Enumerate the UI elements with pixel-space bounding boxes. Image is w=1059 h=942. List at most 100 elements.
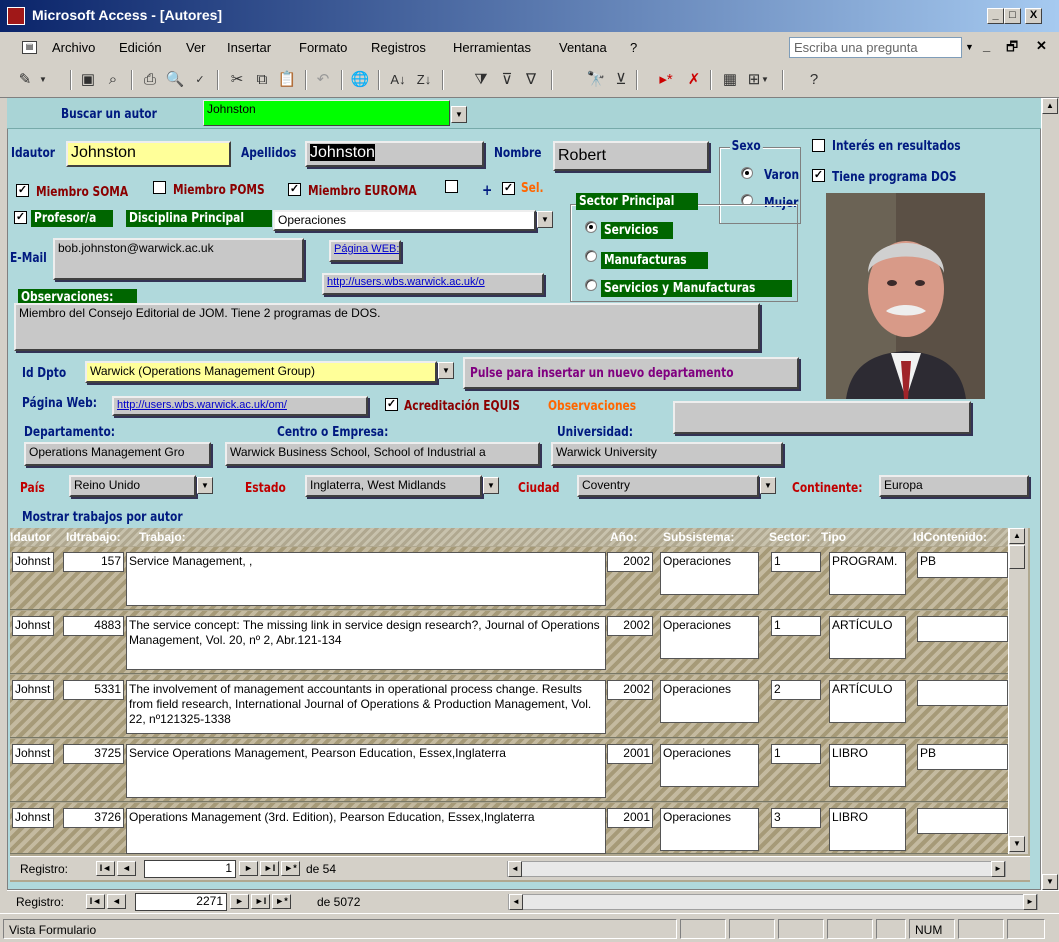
interes-checkbox[interactable] [812, 139, 825, 152]
menu-insertar[interactable]: Insertar [227, 40, 271, 55]
scroll-up-button[interactable]: ▲ [1042, 98, 1058, 114]
design-view-icon[interactable]: ✎ [13, 69, 37, 91]
access-app-icon[interactable] [7, 7, 25, 25]
main-horizontal-scrollbar[interactable]: ◄ ► [508, 894, 1038, 910]
cell-sector[interactable]: 1 [771, 744, 821, 764]
apellidos-field[interactable]: Johnston [305, 141, 484, 167]
email-field[interactable]: bob.johnston@warwick.ac.uk [53, 238, 304, 280]
paste-icon[interactable]: 📋 [275, 69, 299, 91]
filter-by-selection-icon[interactable]: ⧩ [469, 69, 493, 91]
subform-vertical-scrollbar[interactable]: ▲ ▼ [1008, 528, 1028, 854]
close-button[interactable]: X [1025, 8, 1042, 24]
new-record-icon[interactable]: ▸* [654, 69, 678, 91]
help-icon[interactable]: ? [802, 69, 826, 91]
dpto-observaciones-field[interactable] [673, 401, 971, 434]
cell-ano[interactable]: 2002 [607, 552, 653, 572]
estado-dropdown[interactable]: ▼ [483, 477, 499, 494]
sector-servicios-radio[interactable] [585, 221, 597, 233]
estado-combo[interactable]: Inglaterra, West Midlands [305, 475, 482, 497]
subform-horizontal-scrollbar[interactable]: ◄ ► [507, 861, 1006, 877]
cell-idcontenido[interactable] [917, 616, 1008, 642]
main-scroll-right[interactable]: ► [1023, 894, 1037, 910]
cell-tipo[interactable]: PROGRAM. [829, 552, 906, 595]
insert-department-button[interactable]: Pulse para insertar un nuevo departament… [463, 357, 799, 389]
print-icon[interactable]: ⎙ [138, 69, 162, 91]
pagina-web-button[interactable]: Página WEB: [329, 240, 401, 262]
ciudad-combo[interactable]: Coventry [577, 475, 759, 497]
main-new-record-button[interactable]: ►* [272, 894, 291, 909]
euroma-checkbox[interactable]: ✓ [288, 183, 301, 196]
cell-ano[interactable]: 2001 [607, 744, 653, 764]
subform-scroll-up[interactable]: ▲ [1009, 528, 1025, 544]
menu-ver[interactable]: Ver [186, 40, 206, 55]
menu-archivo[interactable]: Archivo [52, 40, 95, 55]
subform-scroll-down[interactable]: ▼ [1009, 836, 1025, 852]
sector-ambos-radio[interactable] [585, 279, 597, 291]
database-window-icon[interactable]: ▦ [718, 69, 742, 91]
form-doc-icon[interactable]: ▤ [22, 41, 37, 54]
profesor-checkbox[interactable]: ✓ [14, 211, 27, 224]
advanced-filter-icon[interactable]: ⊻ [609, 69, 633, 91]
doc-minimize-button[interactable]: _ [983, 38, 990, 53]
table-row[interactable]: Johnst 3725 Service Operations Managemen… [10, 739, 1008, 802]
apply-filter-icon[interactable]: ∇ [519, 69, 543, 91]
doc-close-button[interactable]: ✕ [1036, 38, 1047, 54]
search-author-dropdown[interactable]: ▼ [451, 106, 467, 123]
scroll-down-button[interactable]: ▼ [1042, 874, 1058, 890]
cell-idcontenido[interactable]: PB [917, 552, 1008, 578]
cell-subsistema[interactable]: Operaciones [660, 616, 759, 659]
cell-sector[interactable]: 3 [771, 808, 821, 828]
soma-checkbox[interactable]: ✓ [16, 184, 29, 197]
form-vertical-scrollbar[interactable]: ▲ ▼ [1041, 98, 1059, 890]
cell-idtrabajo[interactable]: 3726 [63, 808, 124, 828]
main-record-number[interactable]: 2271 [135, 893, 227, 911]
cell-subsistema[interactable]: Operaciones [660, 808, 759, 851]
chevron-down-icon[interactable]: ▼ [760, 69, 770, 91]
table-row[interactable]: Johnst 3726 Operations Management (3rd. … [10, 803, 1008, 854]
cell-idcontenido[interactable] [917, 680, 1008, 706]
continente-field[interactable]: Europa [879, 475, 1029, 497]
poms-checkbox[interactable] [153, 181, 166, 194]
extra-checkbox[interactable] [445, 180, 458, 193]
filter-by-form-icon[interactable]: ⊽ [495, 69, 519, 91]
disciplina-dropdown[interactable]: ▼ [537, 211, 553, 228]
spelling-icon[interactable]: ✓ [188, 69, 212, 91]
cell-subsistema[interactable]: Operaciones [660, 680, 759, 723]
main-last-record-button[interactable]: ►I [251, 894, 270, 909]
undo-icon[interactable]: ↶ [311, 69, 335, 91]
subform-next-record-button[interactable]: ► [239, 861, 258, 876]
cell-tipo[interactable]: LIBRO [829, 744, 906, 787]
cut-icon[interactable]: ✂ [225, 69, 249, 91]
sexo-varon-radio[interactable] [741, 167, 753, 179]
universidad-field[interactable]: Warwick University [551, 442, 783, 466]
subform-scroll-left[interactable]: ◄ [508, 861, 522, 877]
subform-record-number[interactable]: 1 [144, 860, 236, 878]
idautor-field[interactable]: Johnston [66, 141, 231, 167]
author-web-link[interactable]: http://users.wbs.warwick.ac.uk/o [322, 273, 544, 295]
centro-field[interactable]: Warwick Business School, School of Indus… [225, 442, 540, 466]
cell-ano[interactable]: 2002 [607, 680, 653, 700]
cell-trabajo[interactable]: The service concept: The missing link in… [126, 616, 606, 670]
print-preview-icon[interactable]: 🔍 [163, 69, 187, 91]
cell-sector[interactable]: 2 [771, 680, 821, 700]
find-icon[interactable]: 🔭 [584, 69, 608, 91]
sel-checkbox[interactable]: ✓ [502, 182, 515, 195]
subform-scroll-right[interactable]: ► [991, 861, 1005, 877]
iddpto-dropdown[interactable]: ▼ [438, 362, 454, 379]
cell-ano[interactable]: 2001 [607, 808, 653, 828]
chevron-down-icon[interactable]: ▼ [965, 42, 974, 52]
main-prev-record-button[interactable]: ◄ [107, 894, 126, 909]
minimize-button[interactable]: _ [987, 8, 1004, 24]
ask-question-input[interactable]: Escriba una pregunta [789, 37, 962, 58]
menu-edicion[interactable]: Edición [119, 40, 162, 55]
cell-idtrabajo[interactable]: 4883 [63, 616, 124, 636]
cell-idtrabajo[interactable]: 5331 [63, 680, 124, 700]
cell-idtrabajo[interactable]: 3725 [63, 744, 124, 764]
cell-sector[interactable]: 1 [771, 616, 821, 636]
cell-idautor[interactable]: Johnst [12, 808, 54, 828]
subform-prev-record-button[interactable]: ◄ [117, 861, 136, 876]
cell-tipo[interactable]: ARTÍCULO [829, 616, 906, 659]
subform-first-record-button[interactable]: I◄ [96, 861, 115, 876]
cell-idautor[interactable]: Johnst [12, 552, 54, 572]
menu-registros[interactable]: Registros [371, 40, 426, 55]
